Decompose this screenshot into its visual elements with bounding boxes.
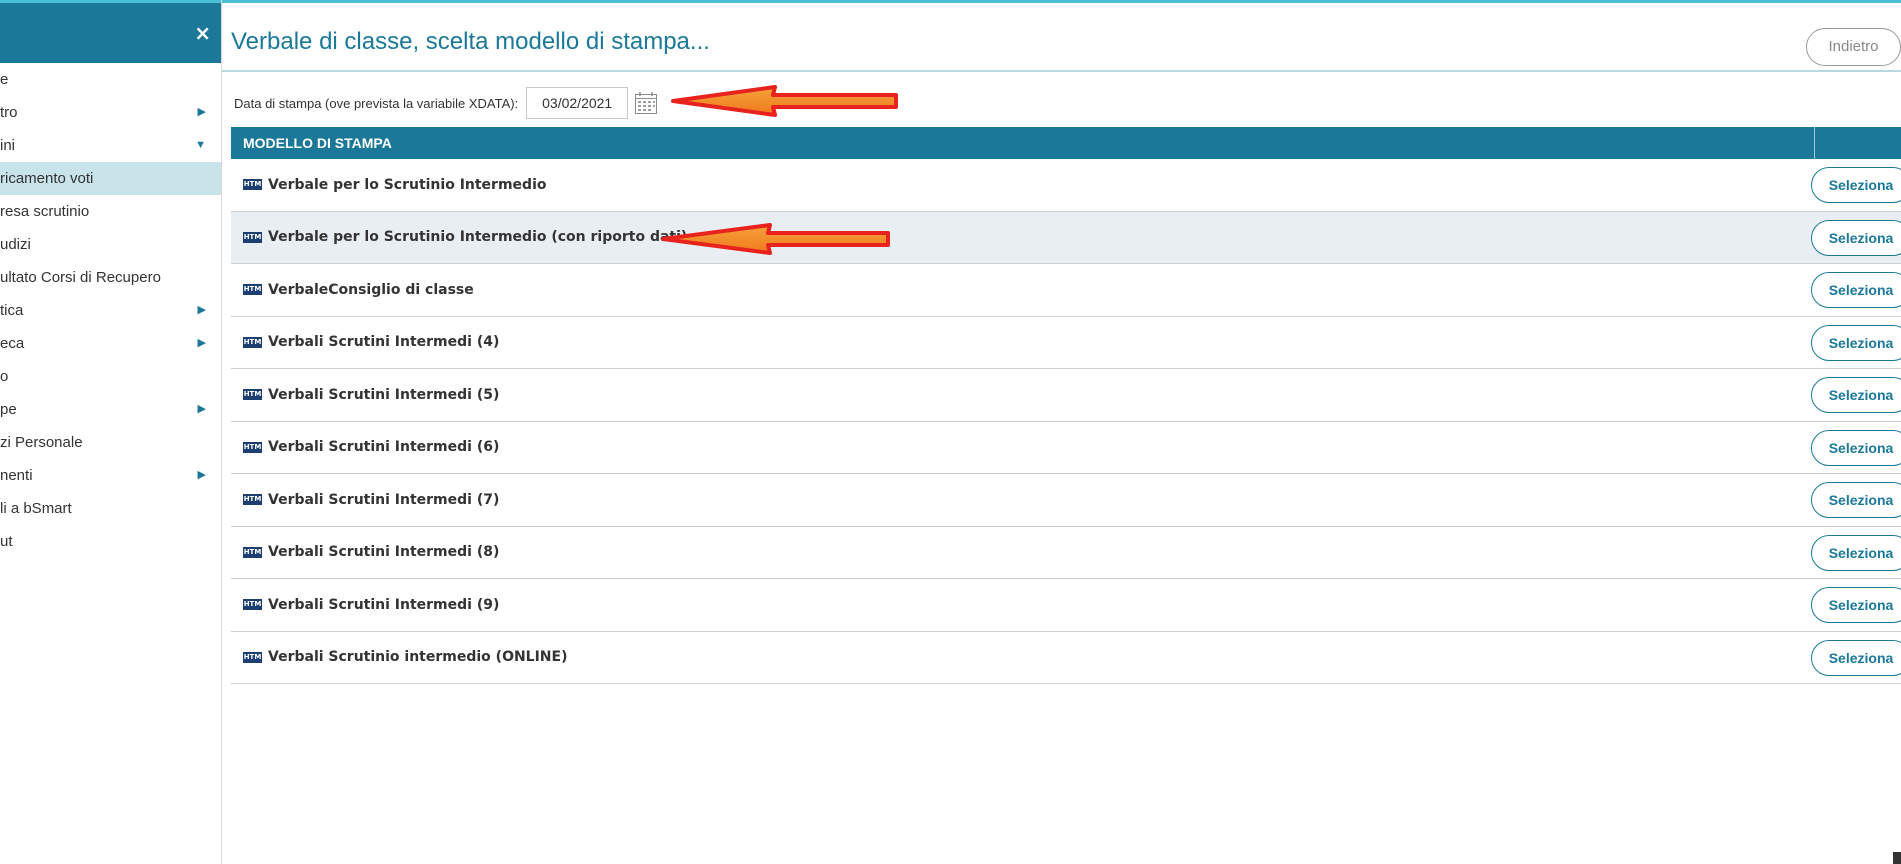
htm-file-icon: HTM bbox=[243, 651, 262, 663]
calendar-icon[interactable] bbox=[634, 91, 658, 115]
sidebar-item-label: ut bbox=[0, 533, 13, 550]
print-date-row: Data di stampa (ove prevista la variabil… bbox=[234, 86, 658, 120]
select-button[interactable]: Seleziona bbox=[1811, 429, 1901, 466]
sidebar-item-label: ini bbox=[0, 137, 16, 154]
sidebar-item[interactable]: resa scrutinio bbox=[0, 195, 221, 228]
sidebar-item-label: o bbox=[0, 368, 9, 385]
page-title: Verbale di classe, scelta modello di sta… bbox=[231, 28, 710, 55]
sidebar-item[interactable]: ultato Corsi di Recupero bbox=[0, 261, 221, 294]
row-label: Verbali Scrutini Intermedi (8) bbox=[268, 544, 500, 561]
sidebar-item[interactable]: ut bbox=[0, 525, 221, 558]
sidebar-item[interactable]: nenti ▶ bbox=[0, 459, 221, 492]
caret-down-icon: ▼ bbox=[195, 139, 206, 151]
table-row: HTM VerbaleConsiglio di classe Seleziona bbox=[231, 264, 1901, 317]
sidebar-item[interactable]: li a bSmart bbox=[0, 492, 221, 525]
sidebar-item-label: nenti bbox=[0, 467, 33, 484]
table-header: MODELLO DI STAMPA bbox=[231, 127, 1901, 159]
htm-file-icon: HTM bbox=[243, 336, 262, 348]
table-row: HTM Verbali Scrutini Intermedi (7) Selezio… bbox=[231, 474, 1901, 527]
print-date-input[interactable] bbox=[526, 87, 629, 119]
htm-file-icon: HTM bbox=[243, 179, 262, 191]
select-button[interactable]: Seleziona bbox=[1811, 482, 1901, 518]
select-button[interactable]: Seleziona bbox=[1811, 272, 1901, 308]
sidebar-menu: e tro ▶ ini ▼ ricamento voti resa scrutini… bbox=[0, 63, 221, 558]
annotation-arrow-date bbox=[671, 85, 898, 117]
select-button[interactable]: Seleziona bbox=[1811, 324, 1901, 361]
table-row: HTM Verbale per lo Scrutinio Intermedio Se… bbox=[231, 159, 1901, 212]
row-label: Verbali Scrutini Intermedi (7) bbox=[268, 491, 500, 508]
htm-file-icon: HTM bbox=[243, 389, 262, 401]
caret-right-icon: ▶ bbox=[197, 106, 206, 118]
table-row: HTM Verbali Scrutini Intermedi (4) Selezio… bbox=[231, 317, 1901, 369]
sidebar-item-label: e bbox=[0, 71, 9, 88]
sidebar-item-label: resa scrutinio bbox=[0, 203, 90, 220]
select-button[interactable]: Seleziona bbox=[1811, 639, 1901, 676]
sidebar-item[interactable]: ini ▼ bbox=[0, 129, 221, 162]
row-label: VerbaleConsiglio di classe bbox=[268, 281, 474, 298]
row-label: Verbale per lo Scrutinio Intermedio (con… bbox=[268, 229, 688, 246]
caret-right-icon: ▶ bbox=[197, 337, 206, 349]
sidebar-item-label: tro bbox=[0, 104, 18, 121]
select-button[interactable]: Seleziona bbox=[1811, 377, 1901, 413]
caret-right-icon: ▶ bbox=[197, 469, 206, 481]
select-button[interactable]: Seleziona bbox=[1811, 587, 1901, 623]
htm-file-icon: HTM bbox=[243, 494, 262, 506]
sidebar-item-active[interactable]: ricamento voti bbox=[0, 162, 221, 195]
table-row: HTM Verbali Scrutinio intermedio (ONLINE)… bbox=[231, 632, 1901, 684]
table-body: HTM Verbale per lo Scrutinio Intermedio Se… bbox=[231, 159, 1901, 684]
close-icon[interactable]: × bbox=[194, 23, 211, 43]
sidebar-item-label: eca bbox=[0, 335, 25, 352]
main-content: Verbale di classe, scelta modello di sta… bbox=[222, 0, 1901, 864]
row-label: Verbale per lo Scrutinio Intermedio bbox=[268, 176, 547, 193]
table-header-divider bbox=[1814, 127, 1815, 159]
htm-file-icon: HTM bbox=[243, 284, 262, 296]
sidebar-item-label: tica bbox=[0, 302, 24, 319]
table-row: HTM Verbali Scrutini Intermedi (5) Selezio… bbox=[231, 369, 1901, 422]
row-label: Verbali Scrutini Intermedi (5) bbox=[268, 386, 500, 403]
htm-file-icon: HTM bbox=[243, 599, 262, 611]
print-model-table: MODELLO DI STAMPA HTM Verbale per lo Scru… bbox=[231, 127, 1901, 684]
sidebar-item[interactable]: e bbox=[0, 63, 221, 96]
sidebar-header: × bbox=[0, 0, 221, 63]
sidebar-item-label: ricamento voti bbox=[0, 170, 94, 187]
table-row: HTM Verbali Scrutini Intermedi (9) Selezio… bbox=[231, 579, 1901, 632]
htm-file-icon: HTM bbox=[243, 231, 262, 243]
sidebar-item[interactable]: zi Personale bbox=[0, 426, 221, 459]
sidebar-item-label: li a bSmart bbox=[0, 500, 72, 517]
row-label: Verbali Scrutinio intermedio (ONLINE) bbox=[268, 649, 568, 666]
sidebar-item[interactable]: tro ▶ bbox=[0, 96, 221, 129]
row-label: Verbali Scrutini Intermedi (6) bbox=[268, 439, 500, 456]
row-label: Verbali Scrutini Intermedi (9) bbox=[268, 596, 500, 613]
sidebar-item[interactable]: eca ▶ bbox=[0, 327, 221, 360]
select-button[interactable]: Seleziona bbox=[1811, 219, 1901, 256]
select-button[interactable]: Seleziona bbox=[1811, 167, 1901, 203]
annotation-arrow-row bbox=[661, 223, 890, 255]
table-row: HTM Verbale per lo Scrutinio Intermedio (… bbox=[231, 211, 1901, 264]
htm-file-icon: HTM bbox=[243, 546, 262, 558]
sidebar-item[interactable]: pe ▶ bbox=[0, 393, 221, 426]
sidebar: × e tro ▶ ini ▼ ricamento voti resa scruti… bbox=[0, 0, 222, 864]
sidebar-item-label: zi Personale bbox=[0, 434, 83, 451]
sidebar-item[interactable]: udizi bbox=[0, 228, 221, 261]
select-button[interactable]: Seleziona bbox=[1811, 534, 1901, 571]
page-header: Verbale di classe, scelta modello di sta… bbox=[222, 0, 1901, 72]
table-row: HTM Verbali Scrutini Intermedi (6) Selezio… bbox=[231, 422, 1901, 474]
table-row: HTM Verbali Scrutini Intermedi (8) Selezio… bbox=[231, 527, 1901, 579]
sidebar-item-label: ultato Corsi di Recupero bbox=[0, 269, 161, 286]
caret-right-icon: ▶ bbox=[197, 403, 206, 415]
sidebar-item-label: pe bbox=[0, 401, 17, 418]
caret-right-icon: ▶ bbox=[197, 304, 206, 316]
row-label: Verbali Scrutini Intermedi (4) bbox=[268, 334, 500, 351]
corner-fragment bbox=[1893, 852, 1901, 864]
sidebar-item[interactable]: tica ▶ bbox=[0, 294, 221, 327]
print-date-label: Data di stampa (ove prevista la variabil… bbox=[234, 95, 519, 111]
sidebar-item-label: udizi bbox=[0, 236, 31, 253]
sidebar-item[interactable]: o bbox=[0, 360, 221, 393]
back-button[interactable]: Indietro bbox=[1806, 28, 1901, 66]
table-header-label: MODELLO DI STAMPA bbox=[243, 135, 392, 151]
htm-file-icon: HTM bbox=[243, 441, 262, 453]
